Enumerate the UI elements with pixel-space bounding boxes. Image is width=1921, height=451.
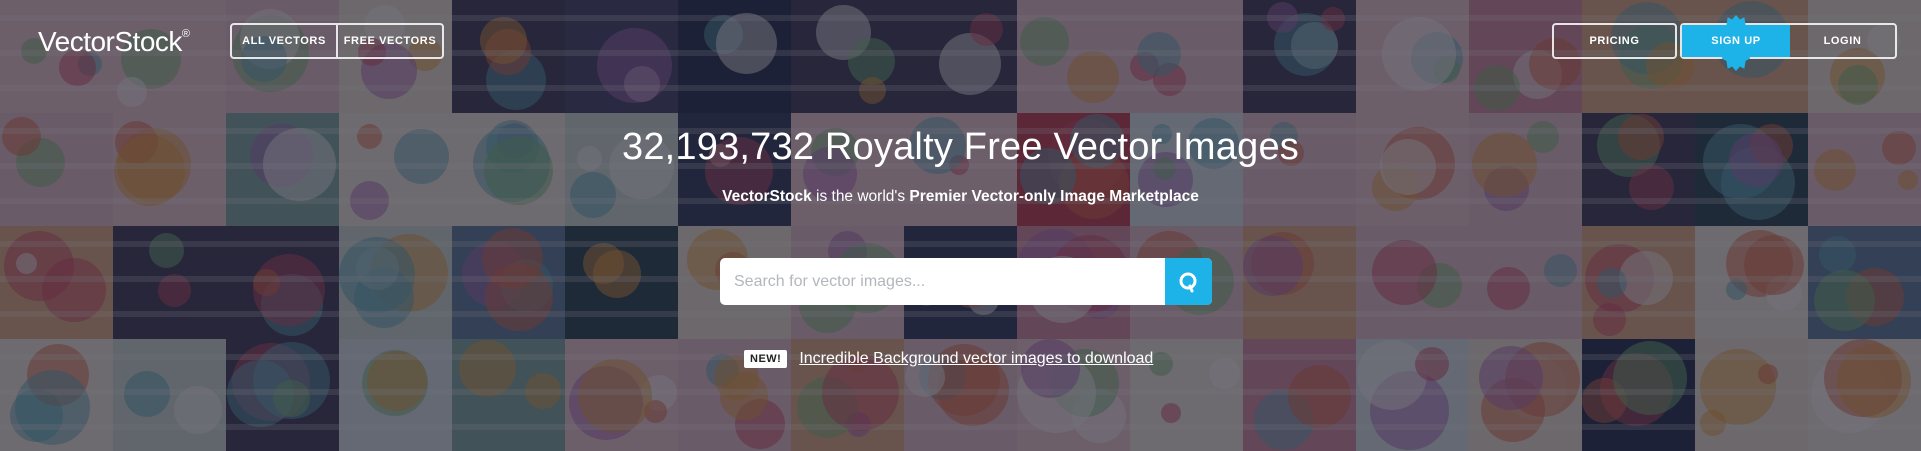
sub-brand: VectorStock: [722, 188, 812, 205]
promo-banner: NEW! Incredible Background vector images…: [744, 350, 1153, 368]
sign-up-label: SIGN UP: [1711, 35, 1761, 47]
vector-type-nav: ALL VECTORS FREE VECTORS: [230, 23, 444, 59]
all-vectors-button[interactable]: ALL VECTORS: [232, 25, 336, 57]
hero-subheadline: VectorStock is the world's Premier Vecto…: [0, 188, 1921, 206]
login-button[interactable]: LOGIN: [1790, 25, 1895, 57]
background-overlay: [0, 0, 1921, 451]
sub-bold: Premier Vector-only Image Marketplace: [909, 188, 1199, 205]
search-bar: [720, 258, 1212, 305]
sign-up-button[interactable]: SIGN UP: [1682, 15, 1790, 71]
search-input[interactable]: [720, 258, 1165, 305]
logo-registered-mark: ®: [181, 27, 190, 40]
free-vectors-button[interactable]: FREE VECTORS: [336, 25, 442, 57]
sub-middle: is the world's: [811, 188, 910, 205]
search-icon: [1179, 272, 1196, 292]
background-vectors-link[interactable]: Incredible Background vector images to d…: [799, 350, 1153, 368]
logo-text: VectorStock: [38, 26, 182, 57]
hero-headline: 32,193,732 Royalty Free Vector Images: [621, 126, 1299, 168]
search-button[interactable]: [1165, 258, 1212, 305]
new-badge: NEW!: [744, 350, 788, 368]
auth-buttons: SIGN UP LOGIN: [1680, 15, 1897, 71]
vectorstock-logo[interactable]: VectorStock®: [38, 26, 190, 58]
pricing-button[interactable]: PRICING: [1552, 23, 1677, 59]
